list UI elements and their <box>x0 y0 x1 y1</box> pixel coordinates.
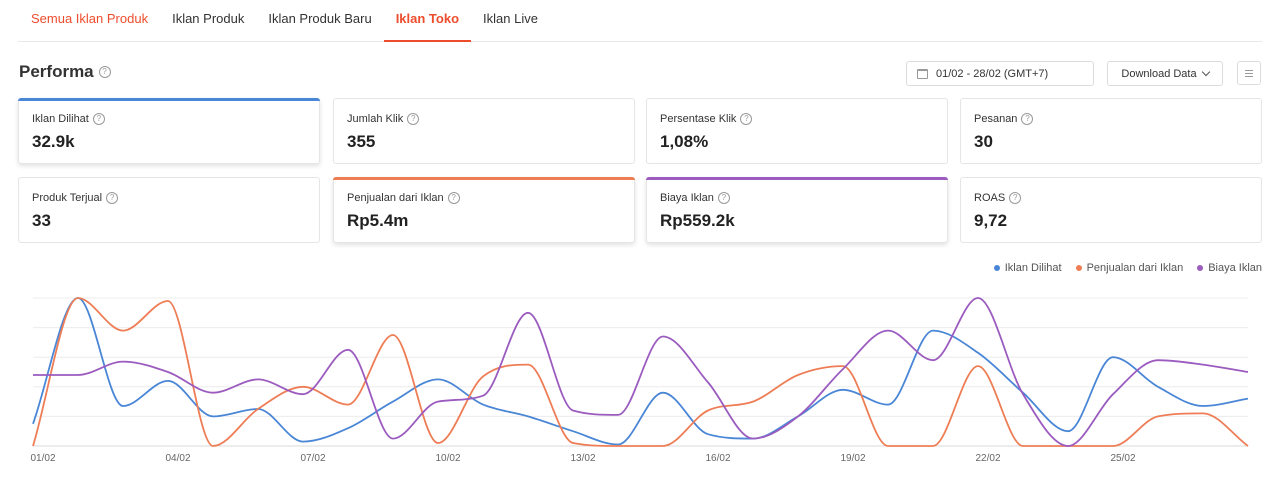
legend-label: Biaya Iklan <box>1208 262 1262 274</box>
x-tick-label: 22/02 <box>975 453 1000 464</box>
metric-label: Jumlah Klik <box>347 113 404 125</box>
metric-label-row: Iklan Dilihat? <box>32 113 306 125</box>
metric-label: Biaya Iklan <box>660 192 714 204</box>
date-range-value: 01/02 - 28/02 (GMT+7) <box>936 67 1049 80</box>
x-tick-label: 10/02 <box>435 453 460 464</box>
tab-label: Semua Iklan Produk <box>31 11 149 26</box>
help-icon[interactable]: ? <box>717 192 730 204</box>
legend-dot-icon <box>1075 265 1082 271</box>
x-tick-label: 04/02 <box>165 453 190 464</box>
date-range-picker[interactable]: 01/02 - 28/02 (GMT+7) <box>906 61 1094 86</box>
tab-label: Iklan Produk <box>172 11 245 26</box>
menu-icon <box>1245 69 1253 71</box>
metric-value: 32.9k <box>32 132 75 151</box>
series-line-penjualan-dari-iklan <box>32 297 1249 447</box>
series-line-iklan-dilihat <box>32 297 1249 446</box>
help-icon[interactable]: ? <box>447 192 460 204</box>
tab-iklan-live[interactable]: Iklan Live <box>471 0 550 41</box>
metric-value: Rp5.4m <box>347 211 409 230</box>
tab-semua-iklan-produk[interactable]: Semua Iklan Produk <box>18 0 160 41</box>
tab-bar: Semua Iklan Produk Iklan Produk Iklan Pr… <box>18 0 1262 42</box>
legend-dot-icon <box>993 265 1000 271</box>
metric-value: 1,08% <box>660 132 709 151</box>
metric-label: Pesanan <box>974 113 1018 125</box>
tab-iklan-toko[interactable]: Iklan Toko <box>383 0 472 42</box>
metric-value: 30 <box>974 132 993 151</box>
x-tick-label: 25/02 <box>1110 453 1135 464</box>
tab-label: Iklan Produk Baru <box>268 11 372 26</box>
legend-dot-icon <box>1197 265 1204 271</box>
metric-label: Iklan Dilihat <box>32 113 89 125</box>
metric-card-biaya-iklan[interactable]: Biaya Iklan? Rp559.2k <box>646 177 948 243</box>
chevron-down-icon <box>1201 67 1210 77</box>
options-menu-button[interactable] <box>1237 61 1261 85</box>
selected-indicator <box>18 98 320 101</box>
menu-icon-line <box>1245 75 1253 77</box>
help-icon[interactable]: ? <box>407 113 420 125</box>
x-tick-label: 07/02 <box>300 453 325 464</box>
metric-label-row: Jumlah Klik? <box>347 113 621 125</box>
download-data-button[interactable]: Download Data <box>1107 61 1223 86</box>
metric-label-row: Persentase Klik? <box>660 113 934 125</box>
metric-card-iklan-dilihat[interactable]: Iklan Dilihat? 32.9k <box>18 98 320 164</box>
tab-label: Iklan Toko <box>395 11 460 26</box>
tab-iklan-produk-baru[interactable]: Iklan Produk Baru <box>256 0 383 41</box>
metric-label: Persentase Klik <box>660 113 737 125</box>
x-tick-label: 16/02 <box>705 453 730 464</box>
tab-label: Iklan Live <box>483 11 538 26</box>
legend-label: Iklan Dilihat <box>1004 262 1062 274</box>
help-icon[interactable]: ? <box>740 113 753 125</box>
x-tick-label: 19/02 <box>840 453 865 464</box>
legend-label: Penjualan dari Iklan <box>1086 262 1184 274</box>
help-icon[interactable]: ? <box>1021 113 1034 125</box>
x-tick-label: 01/02 <box>30 453 55 464</box>
legend-item-penjualan-dari-iklan[interactable]: Penjualan dari Iklan <box>1075 262 1184 274</box>
help-icon[interactable]: ? <box>1009 192 1022 204</box>
menu-icon-line <box>1245 72 1253 74</box>
metric-label: Penjualan dari Iklan <box>347 192 444 204</box>
page-title: Performa <box>19 62 94 81</box>
metric-value: 9,72 <box>974 211 1008 230</box>
selected-indicator <box>333 177 635 180</box>
x-tick-label: 13/02 <box>570 453 595 464</box>
metric-value: Rp559.2k <box>660 211 735 230</box>
calendar-icon <box>917 68 928 79</box>
metric-card-roas[interactable]: ROAS? 9,72 <box>960 177 1262 243</box>
chart-legend: Iklan Dilihat Penjualan dari Iklan Biaya… <box>993 262 1262 274</box>
tab-iklan-produk[interactable]: Iklan Produk <box>160 0 256 41</box>
metric-card-produk-terjual[interactable]: Produk Terjual? 33 <box>18 177 320 243</box>
metric-label-row: Pesanan? <box>974 113 1248 125</box>
metric-label-row: Penjualan dari Iklan? <box>347 192 621 204</box>
metric-label-row: Biaya Iklan? <box>660 192 934 204</box>
metric-card-jumlah-klik[interactable]: Jumlah Klik? 355 <box>333 98 635 164</box>
metric-value: 33 <box>32 211 51 230</box>
metric-card-persentase-klik[interactable]: Persentase Klik? 1,08% <box>646 98 948 164</box>
metric-card-pesanan[interactable]: Pesanan? 30 <box>960 98 1262 164</box>
metric-value: 355 <box>347 132 376 151</box>
legend-item-iklan-dilihat[interactable]: Iklan Dilihat <box>993 262 1062 274</box>
help-icon[interactable]: ? <box>92 113 105 125</box>
help-icon[interactable]: ? <box>106 192 119 204</box>
metric-label-row: Produk Terjual? <box>32 192 306 204</box>
selected-indicator <box>646 177 948 180</box>
legend-item-biaya-iklan[interactable]: Biaya Iklan <box>1197 262 1262 274</box>
metric-label: Produk Terjual <box>32 192 103 204</box>
help-icon[interactable]: ? <box>98 66 111 78</box>
performance-line-chart: 01/02 04/02 07/02 10/02 13/02 16/02 19/02 22/02… <box>30 297 1249 464</box>
metric-label-row: ROAS? <box>974 192 1248 204</box>
series-line-biaya-iklan <box>32 297 1249 447</box>
metric-card-penjualan-dari-iklan[interactable]: Penjualan dari Iklan? Rp5.4m <box>333 177 635 243</box>
metric-label: ROAS <box>974 192 1006 204</box>
section-header: Performa ? <box>19 62 111 82</box>
download-data-label: Download Data <box>1121 67 1197 80</box>
